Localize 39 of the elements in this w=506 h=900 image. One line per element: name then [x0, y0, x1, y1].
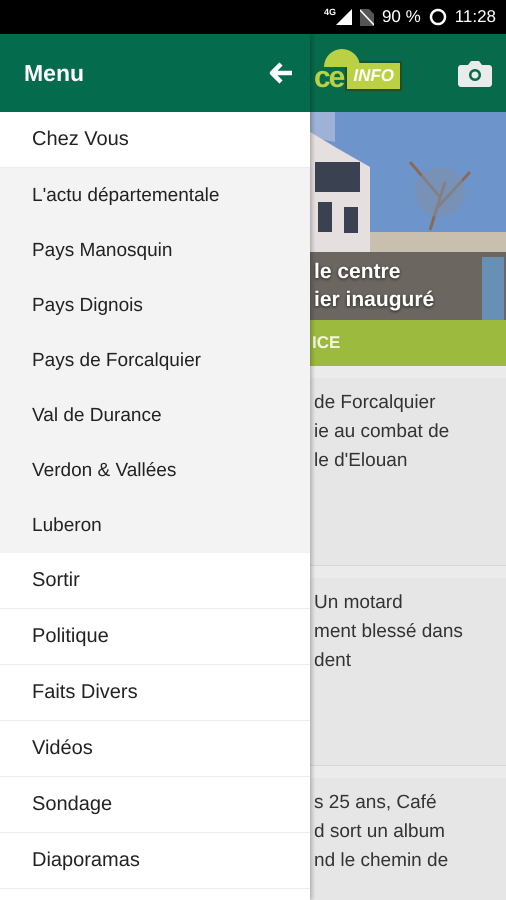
- article-title-line: Un motard: [314, 591, 404, 615]
- battery-ring-icon: [428, 8, 447, 26]
- menu-item[interactable]: Faits Divers: [0, 665, 310, 721]
- headline-text: le centre: [314, 259, 402, 285]
- article-title-line: ment blessé dans: [314, 620, 464, 644]
- clock: 11:28: [454, 7, 496, 27]
- article-title-line: d sort un album: [314, 820, 446, 844]
- article-title-line: de Forcalquier: [314, 391, 436, 415]
- menu-item[interactable]: Chez Vous: [0, 112, 310, 168]
- submenu-item[interactable]: Verdon & Vallées: [0, 443, 310, 498]
- submenu-item[interactable]: Luberon: [0, 498, 310, 553]
- menu-item[interactable]: Sondage: [0, 777, 310, 833]
- article-title-line: s 25 ans, Café: [314, 791, 438, 815]
- article-title-line: dent: [314, 649, 352, 673]
- back-arrow-icon[interactable]: [268, 61, 294, 85]
- menu-item[interactable]: Sortir: [0, 553, 310, 609]
- headline-text: ier inauguré: [314, 287, 434, 313]
- article-card[interactable]: de Forcalquier ie au combat de le d'Elouan: [310, 378, 506, 566]
- article-card[interactable]: Un motard ment blessé dans dent: [310, 578, 506, 766]
- signal-icon: [336, 9, 352, 25]
- article-title-line: le d'Elouan: [314, 449, 408, 473]
- menu-item[interactable]: Diaporamas: [0, 833, 310, 889]
- submenu-item[interactable]: Pays Manosquin: [0, 223, 310, 278]
- article-title-line: ie au combat de: [314, 420, 450, 444]
- submenu-item[interactable]: Pays Dignois: [0, 278, 310, 333]
- camera-icon[interactable]: [458, 59, 492, 87]
- battery-percent: 90 %: [382, 7, 421, 27]
- drawer-title: Menu: [24, 60, 84, 86]
- no-sim-icon: [360, 8, 374, 26]
- menu-item[interactable]: Vidéos: [0, 721, 310, 777]
- menu-item[interactable]: Politique: [0, 609, 310, 665]
- article-card[interactable]: s 25 ans, Café d sort un album nd le chemin de: [310, 778, 506, 900]
- submenu-item[interactable]: Val de Durance: [0, 388, 310, 443]
- logo-text: ce: [314, 61, 344, 95]
- submenu-item[interactable]: Pays de Forcalquier: [0, 333, 310, 388]
- article-title-line: nd le chemin de: [314, 849, 450, 873]
- network-type: 4G: [324, 7, 336, 17]
- category-label: ICE: [312, 333, 340, 353]
- submenu-item[interactable]: L'actu départementale: [0, 168, 310, 223]
